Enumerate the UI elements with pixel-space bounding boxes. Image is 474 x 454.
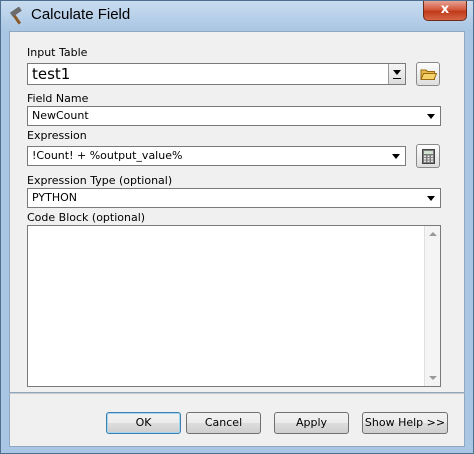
expression-input[interactable]: !Count! + %output_value% [27,146,406,166]
expression-type-select[interactable]: PYTHON [27,188,441,208]
cancel-button[interactable]: Cancel [186,412,261,434]
chevron-down-icon[interactable] [392,154,400,159]
dropdown-underline [393,78,401,79]
browse-table-button[interactable] [416,62,440,86]
calculator-icon [422,149,435,167]
hammer-icon [7,6,27,25]
apply-button[interactable]: Apply [274,412,349,434]
expression-builder-button[interactable] [416,144,440,168]
expression-label: Expression [27,129,87,142]
scroll-up-icon[interactable] [429,232,437,236]
code-block-scrollbar[interactable] [424,226,440,386]
button-bar: OK Cancel Apply Show Help >> [9,393,465,447]
field-name-combobox[interactable]: NewCount [27,106,441,126]
input-table-dropdown-button[interactable] [388,64,405,84]
close-button[interactable]: x [423,1,467,21]
calculate-field-dialog: Calculate Field x Input Table test1 Fiel… [0,0,474,454]
chevron-down-icon[interactable] [427,196,435,201]
code-block-label: Code Block (optional) [27,211,146,224]
expression-type-label: Expression Type (optional) [27,174,173,187]
expression-type-value: PYTHON [32,191,77,204]
input-table-label: Input Table [27,46,88,59]
close-icon: x [440,2,450,17]
show-help-button[interactable]: Show Help >> [362,412,448,434]
open-folder-icon [420,67,438,84]
field-name-label: Field Name [27,92,89,105]
title-bar[interactable]: Calculate Field x [1,1,473,31]
field-name-value: NewCount [32,109,89,122]
window-title: Calculate Field [31,6,131,23]
scroll-down-icon[interactable] [429,376,437,380]
parameters-panel: Input Table test1 Field Name NewCount Ex… [9,31,465,393]
code-block-textarea[interactable] [27,225,441,387]
chevron-down-icon[interactable] [427,114,435,119]
chevron-down-icon [393,70,401,75]
input-table-value: test1 [32,65,71,83]
ok-button[interactable]: OK [106,412,181,434]
expression-value: !Count! + %output_value% [32,149,183,162]
input-table-combobox[interactable]: test1 [27,63,406,85]
